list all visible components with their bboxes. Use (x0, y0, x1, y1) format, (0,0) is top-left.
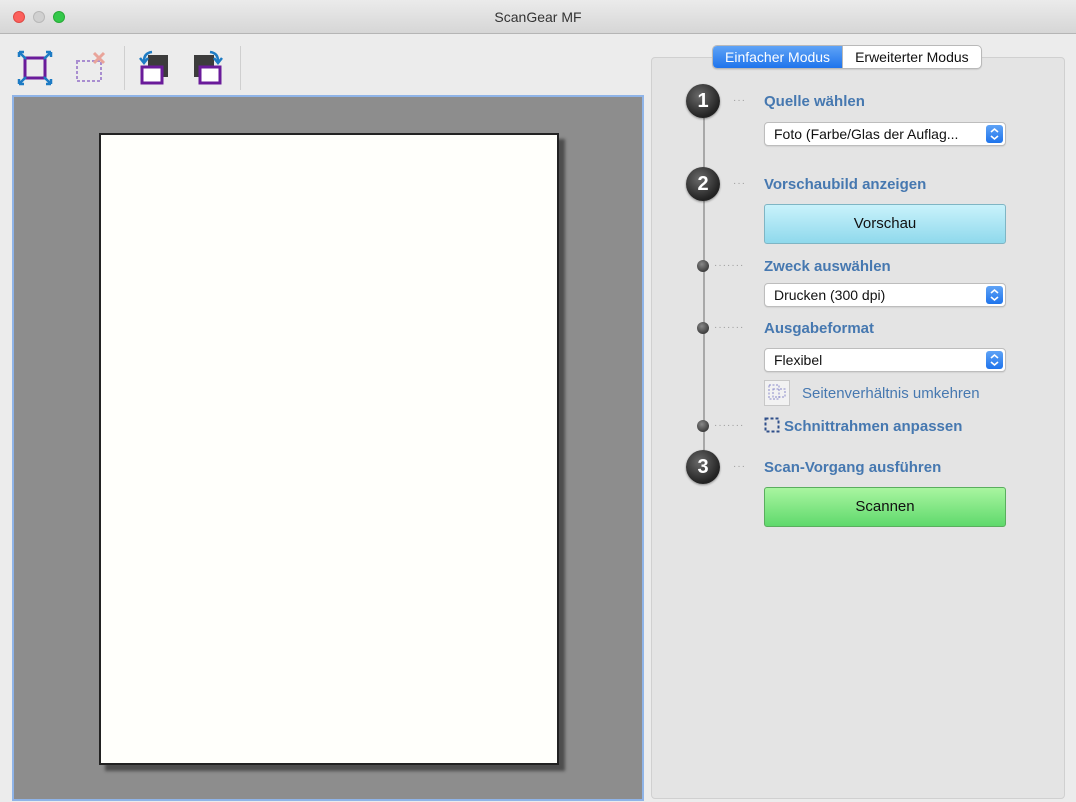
rotate-right-icon (194, 50, 223, 85)
tab-simple-mode[interactable]: Einfacher Modus (713, 46, 843, 68)
substep-dot (697, 420, 709, 432)
toolbar-separator (240, 46, 241, 90)
remove-crop-frame-icon (76, 51, 106, 82)
substep-dot (697, 322, 709, 334)
step-connector-dots: ··· (733, 461, 746, 472)
rotate-right-button[interactable] (188, 49, 226, 87)
remove-crop-frame-button[interactable] (72, 49, 110, 87)
substep-connector-dots: ······· (714, 260, 745, 271)
rotate-left-button[interactable] (136, 49, 174, 87)
chevron-updown-icon (986, 286, 1003, 304)
step-3-badge: 3 (686, 450, 720, 484)
preview-area[interactable] (12, 95, 644, 801)
window-title: ScanGear MF (494, 9, 582, 25)
auto-crop-button[interactable] (16, 49, 54, 87)
toolbar-separator (124, 46, 125, 90)
substep-connector-dots: ······· (714, 322, 745, 333)
preview-button[interactable]: Vorschau (764, 204, 1006, 244)
chevron-updown-icon (986, 125, 1003, 143)
step-2-badge: 2 (686, 167, 720, 201)
output-format-select-value: Flexibel (774, 352, 823, 368)
source-select-value: Foto (Farbe/Glas der Auflag... (774, 126, 959, 142)
output-format-select[interactable]: Flexibel (764, 348, 1006, 372)
purpose-label: Zweck auswählen (764, 258, 891, 275)
step-connector-dots: ··· (733, 178, 746, 189)
toolbar (0, 34, 640, 94)
mode-tabs: Einfacher Modus Erweiterter Modus (712, 45, 982, 69)
rotate-left-icon (139, 50, 168, 85)
tab-advanced-mode[interactable]: Erweiterter Modus (842, 46, 981, 68)
source-label: Quelle wählen (764, 93, 865, 110)
crop-frame-row[interactable]: Schnittrahmen anpassen (764, 417, 962, 436)
chevron-updown-icon (986, 351, 1003, 369)
preview-step-label: Vorschaubild anzeigen (764, 176, 927, 193)
title-bar: ScanGear MF (0, 0, 1076, 34)
step-connector-dots: ··· (733, 95, 746, 106)
step-1-badge: 1 (686, 84, 720, 118)
purpose-select[interactable]: Drucken (300 dpi) (764, 283, 1006, 307)
output-format-label: Ausgabeformat (764, 320, 875, 337)
invert-ratio-icon[interactable] (764, 380, 790, 406)
scan-step-label: Scan-Vorgang ausführen (764, 459, 942, 476)
scan-button[interactable]: Scannen (764, 487, 1006, 527)
preview-page[interactable] (99, 133, 559, 765)
invert-ratio-label[interactable]: Seitenverhältnis umkehren (802, 385, 980, 402)
purpose-select-value: Drucken (300 dpi) (774, 287, 886, 303)
step-connector-line (703, 110, 705, 465)
substep-connector-dots: ······· (714, 420, 745, 431)
auto-crop-icon (17, 50, 53, 86)
source-select[interactable]: Foto (Farbe/Glas der Auflag... (764, 122, 1006, 146)
substep-dot (697, 260, 709, 272)
crop-frame-label: Schnittrahmen anpassen (784, 418, 963, 435)
crop-frame-icon (764, 417, 780, 433)
